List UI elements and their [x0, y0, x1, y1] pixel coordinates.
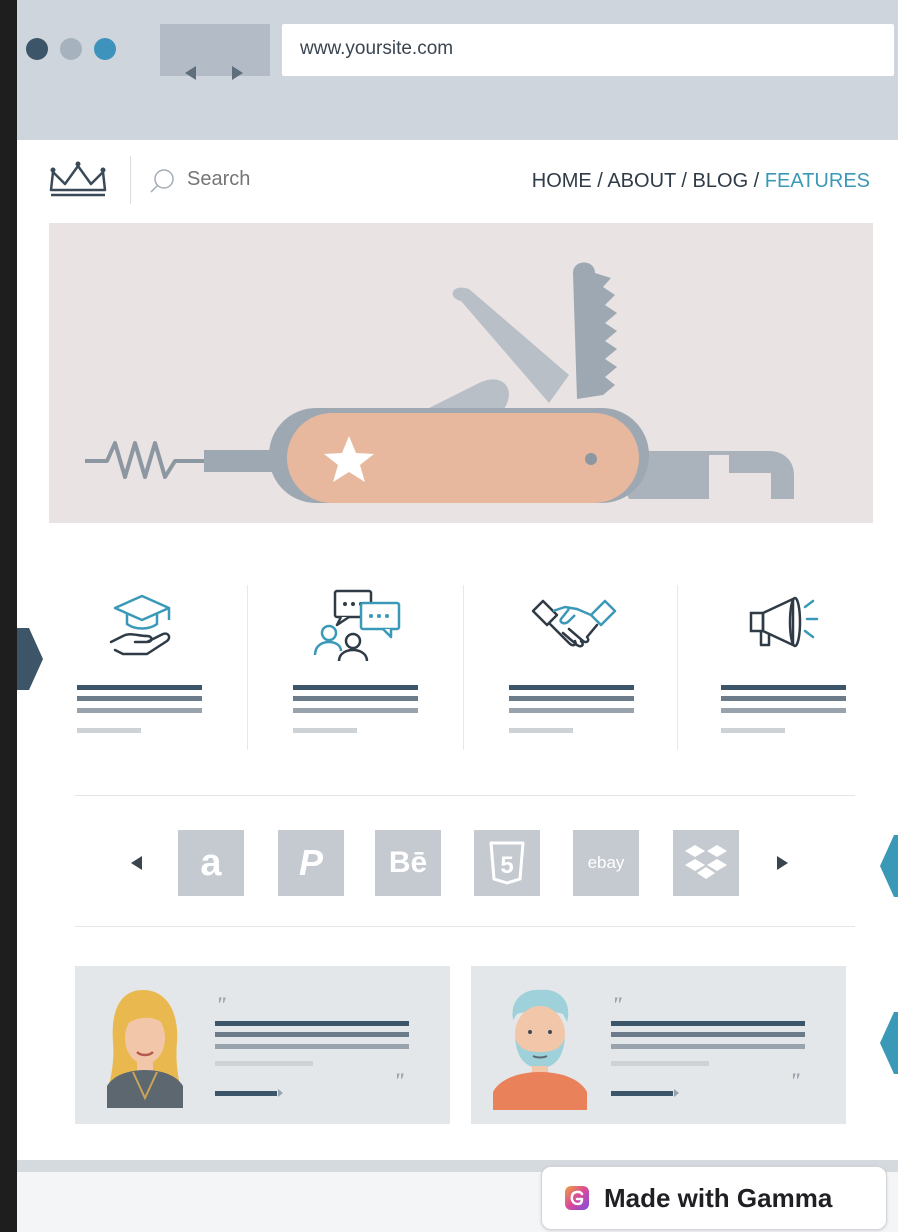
feature-text-bar [77, 708, 202, 713]
nav-link-features[interactable]: FEATURES [765, 170, 870, 192]
browser-chrome: www.yoursite.com [17, 0, 898, 140]
gamma-logo-icon [565, 1186, 589, 1210]
behance-logo-label: Bē [388, 846, 428, 879]
right-chevron-marker-icon [880, 1012, 898, 1074]
testimonial-card: " " [471, 966, 846, 1124]
right-chevron-marker-icon [880, 835, 898, 897]
crown-logo-icon[interactable] [47, 160, 109, 200]
feature-text-bar [293, 696, 418, 701]
nav-buttons [160, 24, 270, 80]
partner-logos-carousel: a P Bē 5 ebay [17, 830, 898, 900]
made-with-gamma-badge[interactable]: Made with Gamma [541, 1166, 887, 1230]
paypal-logo-icon[interactable]: P [278, 830, 344, 896]
search-input[interactable] [187, 168, 307, 191]
testimonial-text-bar [215, 1032, 409, 1037]
search-icon[interactable] [148, 168, 176, 196]
hero-banner [49, 223, 873, 523]
site-navbar: HOME / ABOUT / BLOG / FEATURES [17, 140, 898, 220]
testimonial-link-arrow-icon[interactable] [674, 1089, 679, 1097]
feature-title-bar [77, 685, 202, 690]
browser-window: www.yoursite.com HOME / ABOUT / BLOG / F… [17, 0, 898, 1232]
window-dot-close[interactable] [26, 38, 48, 60]
back-arrow-icon[interactable] [185, 66, 196, 80]
badge-label: Made with Gamma [604, 1182, 833, 1213]
nav-separator: / [591, 170, 608, 192]
features-section [17, 575, 898, 760]
ebay-logo-label: ebay [587, 853, 625, 872]
nav-separator: / [675, 170, 693, 192]
feature-text-bar [721, 728, 785, 733]
forward-arrow-icon[interactable] [232, 66, 243, 80]
feature-text-bar [509, 728, 573, 733]
feature-text-bar [77, 728, 141, 733]
address-bar[interactable]: www.yoursite.com [282, 24, 894, 76]
window-dot-maximize[interactable] [94, 38, 116, 60]
dropbox-box-icon [685, 845, 727, 879]
feature-title-bar [721, 685, 846, 690]
graduation-cap-hand-icon [109, 594, 171, 656]
left-edge-strip [0, 0, 17, 1232]
html5-logo-label: 5 [500, 852, 513, 879]
feature-text-bar [721, 708, 846, 713]
pocket-knife-illustration-icon [85, 262, 794, 503]
amazon-logo-icon[interactable]: a [178, 830, 244, 896]
feature-text-bar [721, 696, 846, 701]
feature-divider [463, 585, 464, 750]
testimonial-author-bar [611, 1091, 673, 1096]
woman-avatar-icon [107, 990, 183, 1108]
testimonial-card: " " [75, 966, 450, 1124]
testimonial-text-bar [215, 1021, 409, 1026]
window-dot-minimize[interactable] [60, 38, 82, 60]
section-divider [75, 795, 855, 796]
feature-text-bar [509, 708, 634, 713]
feature-title-bar [509, 685, 634, 690]
feature-text-bar [77, 696, 202, 701]
man-avatar-icon [493, 989, 587, 1110]
testimonial-text-bar [611, 1044, 805, 1049]
testimonial-open-quote: " [611, 992, 624, 1017]
testimonial-author-bar [215, 1091, 277, 1096]
feature-divider [677, 585, 678, 750]
amazon-logo-label: a [200, 841, 222, 884]
testimonial-text-bar [215, 1044, 409, 1049]
carousel-prev-arrow-icon[interactable] [131, 856, 142, 870]
feature-text-bar [509, 696, 634, 701]
nav-separator: / [748, 170, 765, 192]
feature-card [293, 575, 483, 760]
behance-logo-icon[interactable]: Bē [375, 830, 441, 896]
section-divider [75, 926, 855, 927]
html5-logo-icon[interactable]: 5 [474, 830, 540, 896]
testimonial-text-bar [611, 1021, 805, 1026]
feature-card [509, 575, 699, 760]
feature-title-bar [293, 685, 418, 690]
url-text: www.yoursite.com [300, 38, 454, 59]
testimonial-open-quote: " [215, 992, 228, 1017]
website-mockup: HOME / ABOUT / BLOG / FEATURES [17, 140, 898, 1160]
nav-menu: HOME / ABOUT / BLOG / FEATURES [532, 170, 870, 193]
dropbox-logo-icon[interactable] [673, 830, 739, 896]
testimonial-text-bar [611, 1061, 709, 1066]
nav-link-blog[interactable]: BLOG [693, 170, 749, 192]
left-chevron-marker-icon [17, 628, 43, 690]
feature-card [77, 575, 267, 760]
feature-text-bar [293, 728, 357, 733]
navbar-divider [130, 156, 131, 204]
ebay-logo-icon[interactable]: ebay [573, 830, 639, 896]
feature-divider [247, 585, 248, 750]
nav-link-about[interactable]: ABOUT [607, 170, 676, 192]
handshake-icon [531, 599, 617, 648]
testimonial-close-quote: " [393, 1068, 406, 1093]
paypal-logo-label: P [298, 842, 323, 883]
megaphone-icon [749, 596, 819, 648]
testimonial-close-quote: " [789, 1068, 802, 1093]
feature-card [721, 575, 898, 760]
testimonial-text-bar [611, 1032, 805, 1037]
feature-text-bar [293, 708, 418, 713]
html5-shield-icon: 5 [489, 841, 525, 885]
nav-link-home[interactable]: HOME [532, 170, 592, 192]
carousel-next-arrow-icon[interactable] [777, 856, 788, 870]
testimonial-link-arrow-icon[interactable] [278, 1089, 283, 1097]
discussion-chat-icon [313, 589, 401, 662]
testimonial-text-bar [215, 1061, 313, 1066]
